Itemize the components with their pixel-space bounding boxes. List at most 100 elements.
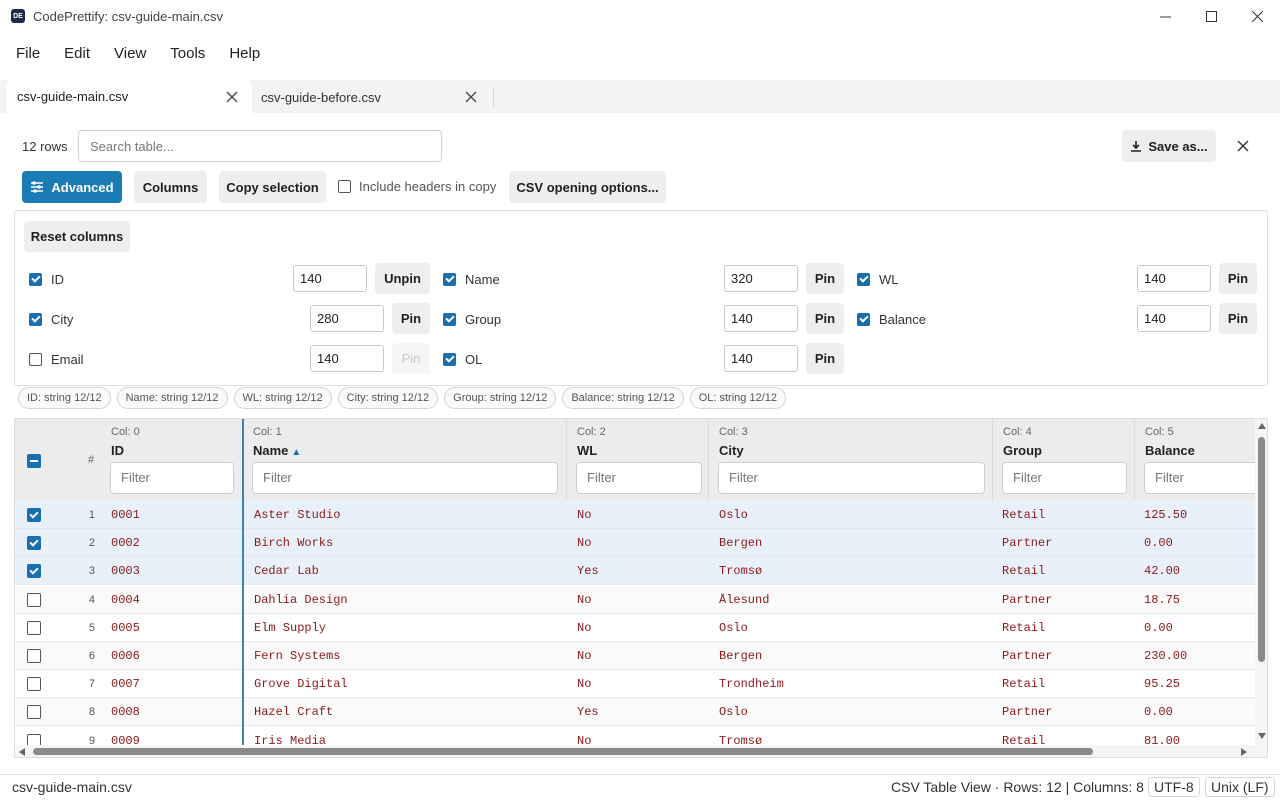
table-cell[interactable]: Bergen [719, 642, 762, 670]
table-cell[interactable]: 42.00 [1144, 557, 1180, 585]
vertical-scroll-thumb[interactable] [1258, 437, 1265, 662]
table-cell[interactable]: 0003 [111, 557, 140, 585]
row-select-checkbox[interactable] [27, 592, 41, 607]
table-cell[interactable]: 0004 [111, 586, 140, 614]
save-as-button[interactable]: Save as... [1122, 130, 1216, 162]
column-header-name[interactable]: Col: 1 Name ▲ Filter [243, 419, 567, 501]
column-filter-input[interactable]: Filter [718, 462, 985, 494]
pin-button[interactable]: Pin [806, 343, 844, 374]
table-cell[interactable]: Fern Systems [254, 642, 340, 670]
column-width-input[interactable]: 140 [724, 345, 798, 372]
column-option-wl[interactable]: WL [857, 272, 899, 287]
close-window-button[interactable] [1234, 0, 1280, 32]
column-option-city[interactable]: City [29, 312, 73, 327]
table-cell[interactable]: 0002 [111, 529, 140, 557]
column-filter-input[interactable]: Filter [1002, 462, 1127, 494]
column-header-balance[interactable]: Col: 5 Balance Filter [1135, 419, 1262, 501]
column-visible-checkbox[interactable] [29, 353, 42, 366]
table-cell[interactable]: Partner [1002, 642, 1052, 670]
table-cell[interactable]: Partner [1002, 586, 1052, 614]
table-cell[interactable]: No [577, 586, 591, 614]
table-cell[interactable]: No [577, 529, 591, 557]
status-encoding[interactable]: UTF-8 [1148, 777, 1200, 797]
column-width-input[interactable]: 140 [310, 345, 384, 372]
column-visible-checkbox[interactable] [857, 313, 870, 326]
table-cell[interactable]: Ålesund [719, 586, 769, 614]
table-row[interactable]: 3 0003 Cedar Lab Yes Tromsø Retail 42.00 [15, 557, 1255, 586]
table-cell[interactable]: No [577, 642, 591, 670]
column-visible-checkbox[interactable] [29, 313, 42, 326]
table-cell[interactable]: Tromsø [719, 557, 762, 585]
table-row[interactable]: 5 0005 Elm Supply No Oslo Retail 0.00 [15, 614, 1255, 642]
row-select-checkbox[interactable] [27, 677, 41, 692]
scroll-right-icon[interactable] [1241, 748, 1247, 756]
table-cell[interactable]: Yes [577, 698, 599, 726]
table-row[interactable]: 7 0007 Grove Digital No Trondheim Retail 95.25 [15, 670, 1255, 699]
row-select-checkbox[interactable] [27, 564, 41, 579]
table-cell[interactable]: Grove Digital [254, 670, 348, 698]
table-row[interactable]: 8 0008 Hazel Craft Yes Oslo Partner 0.00 [15, 698, 1255, 727]
scroll-left-icon[interactable] [19, 748, 25, 756]
column-filter-input[interactable]: Filter [252, 462, 558, 494]
table-cell[interactable]: 0.00 [1144, 614, 1173, 642]
pin-button[interactable]: Pin [806, 263, 844, 294]
row-select-checkbox[interactable] [27, 705, 41, 720]
select-all-checkbox[interactable] [27, 454, 41, 468]
advanced-button[interactable]: Advanced [22, 171, 122, 203]
column-option-balance[interactable]: Balance [857, 312, 926, 327]
column-filter-input[interactable]: Filter [1144, 462, 1262, 494]
table-cell[interactable]: Trondheim [719, 670, 784, 698]
table-cell[interactable]: Oslo [719, 501, 748, 529]
table-cell[interactable]: 0005 [111, 614, 140, 642]
menu-edit[interactable]: Edit [52, 38, 102, 70]
column-visible-checkbox[interactable] [857, 273, 870, 286]
row-select-checkbox[interactable] [27, 649, 41, 663]
reset-columns-button[interactable]: Reset columns [24, 221, 130, 252]
column-width-input[interactable]: 140 [293, 265, 367, 292]
table-cell[interactable]: 0006 [111, 642, 140, 670]
column-header-wl[interactable]: Col: 2 WL Filter [567, 419, 709, 501]
menu-view[interactable]: View [102, 38, 158, 70]
column-header-group[interactable]: Col: 4 Group Filter [993, 419, 1135, 501]
csv-opening-options-button[interactable]: CSV opening options... [509, 171, 666, 203]
table-cell[interactable]: Oslo [719, 698, 748, 726]
table-cell[interactable]: Dahlia Design [254, 586, 348, 614]
row-select-checkbox[interactable] [27, 508, 41, 522]
status-line-endings[interactable]: Unix (LF) [1205, 777, 1275, 797]
search-input[interactable] [78, 130, 442, 162]
table-cell[interactable]: Hazel Craft [254, 698, 333, 726]
column-visible-checkbox[interactable] [29, 273, 42, 286]
copy-selection-button[interactable]: Copy selection [219, 171, 326, 203]
column-filter-input[interactable]: Filter [576, 462, 702, 494]
close-panel-icon[interactable] [1236, 139, 1250, 153]
columns-button[interactable]: Columns [134, 171, 207, 203]
tab-csv-guide-main[interactable]: csv-guide-main.csv [6, 80, 252, 113]
row-select-checkbox[interactable] [27, 536, 41, 551]
table-cell[interactable]: Retail [1002, 614, 1045, 642]
table-cell[interactable]: Elm Supply [254, 614, 326, 642]
include-headers-option[interactable]: Include headers in copy [338, 179, 496, 194]
minimize-button[interactable] [1142, 0, 1188, 32]
table-cell[interactable]: Cedar Lab [254, 557, 319, 585]
table-cell[interactable]: 0.00 [1144, 698, 1173, 726]
table-row[interactable]: 4 0004 Dahlia Design No Ålesund Partner 18.75 [15, 585, 1255, 614]
horizontal-scrollbar[interactable] [15, 745, 1255, 757]
menu-file[interactable]: File [4, 38, 52, 70]
pin-button[interactable]: Pin [392, 303, 430, 334]
table-cell[interactable]: Oslo [719, 614, 748, 642]
column-width-input[interactable]: 320 [724, 265, 798, 292]
column-option-id[interactable]: ID [29, 272, 64, 287]
table-cell[interactable]: Birch Works [254, 529, 333, 557]
table-cell[interactable]: No [577, 501, 591, 529]
column-width-input[interactable]: 140 [1137, 305, 1211, 332]
column-filter-input[interactable]: Filter [110, 462, 234, 494]
table-cell[interactable]: Bergen [719, 529, 762, 557]
column-option-name[interactable]: Name [443, 272, 500, 287]
table-cell[interactable]: No [577, 670, 591, 698]
table-cell[interactable]: Aster Studio [254, 501, 340, 529]
column-option-group[interactable]: Group [443, 312, 501, 327]
column-option-email[interactable]: Email [29, 352, 84, 367]
table-cell[interactable]: Retail [1002, 557, 1045, 585]
table-cell[interactable]: 125.50 [1144, 501, 1187, 529]
column-header-id[interactable]: Col: 0 ID Filter [101, 419, 243, 501]
